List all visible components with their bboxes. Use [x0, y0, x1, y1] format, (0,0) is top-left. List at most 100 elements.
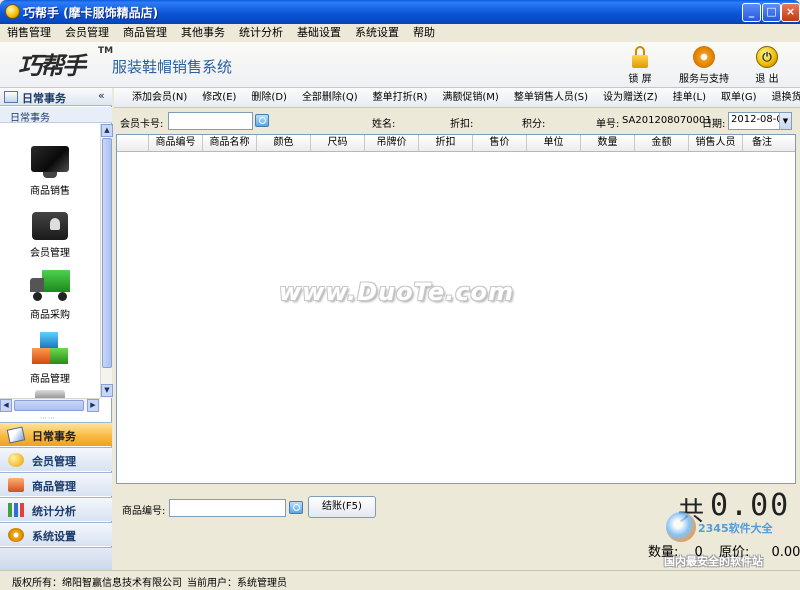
sales-grid[interactable]: 商品编号 商品名称 颜色 尺码 吊牌价 折扣 售价 单位 数量 金额 销售人员 …: [116, 134, 796, 484]
exit-button[interactable]: ⏻ 退 出: [753, 46, 781, 85]
threshold-promo-button[interactable]: 满额促销(M): [438, 88, 502, 107]
member-info-row: 会员卡号: 姓名: 折扣: 积分: 单号: SA201208070001 日期:…: [114, 109, 800, 133]
shortcut-product-sales[interactable]: 商品销售: [0, 146, 100, 197]
column-header[interactable]: 颜色: [257, 135, 311, 151]
column-header[interactable]: 单位: [527, 135, 581, 151]
sidebar-subheader: 日常事务: [0, 107, 112, 124]
lock-screen-label: 锁 屏: [628, 74, 652, 85]
copyright-text: 版权所有：绵阳智赢信息技术有限公司: [12, 578, 182, 589]
truck-icon: [30, 270, 70, 302]
original-price-value: 0.00: [771, 545, 800, 560]
member-card-label: 会员卡号:: [120, 119, 164, 130]
menu-members[interactable]: 会员管理: [58, 24, 116, 42]
nav-label: 商品管理: [32, 480, 76, 493]
shortcut-product-management[interactable]: 商品管理: [0, 332, 100, 385]
title-bar[interactable]: 巧帮手 (摩卡服饰精品店) _ □ ×: [0, 0, 800, 24]
nav-product-management[interactable]: 商品管理: [0, 472, 112, 496]
menu-help[interactable]: 帮助: [406, 24, 442, 42]
nav-member-management[interactable]: 会员管理: [0, 447, 112, 471]
delete-all-button[interactable]: 全部删除(Q): [298, 88, 362, 107]
column-header[interactable]: 备注: [743, 135, 781, 151]
row-indicator-header: [117, 135, 149, 151]
document-icon: [35, 390, 65, 398]
scroll-right-arrow-icon[interactable]: ▶: [87, 399, 99, 412]
column-header[interactable]: 售价: [473, 135, 527, 151]
product-code-input[interactable]: [169, 499, 286, 517]
menu-bar: 销售管理 会员管理 商品管理 其他事务 统计分析 基础设置 系统设置 帮助: [0, 24, 800, 42]
set-gift-button[interactable]: 设为赠送(Z): [599, 88, 662, 107]
nav-daily-affairs[interactable]: 日常事务: [0, 422, 112, 446]
quantity-price-line: 数量: 0 原价: 0.00: [648, 541, 800, 560]
menu-other[interactable]: 其他事务: [174, 24, 232, 42]
add-member-button[interactable]: 添加会员(N): [128, 88, 191, 107]
column-header[interactable]: 商品编号: [149, 135, 203, 151]
scroll-thumb[interactable]: [102, 138, 112, 368]
column-header[interactable]: 销售人员: [689, 135, 743, 151]
delete-button[interactable]: 删除(D): [247, 88, 291, 107]
shortcut-member-management[interactable]: 会员管理: [0, 212, 100, 259]
shortcut-product-purchase[interactable]: 商品采购: [0, 270, 100, 321]
nav-system-settings[interactable]: 系统设置: [0, 522, 112, 546]
checkout-button[interactable]: 结账(F5): [308, 496, 376, 518]
order-salesperson-button[interactable]: 整单销售人员(S): [510, 88, 592, 107]
column-header[interactable]: 尺码: [311, 135, 365, 151]
column-header[interactable]: 吊牌价: [365, 135, 419, 151]
menu-system-settings[interactable]: 系统设置: [348, 24, 406, 42]
chevron-down-icon[interactable]: ▼: [779, 113, 791, 129]
sidebar-header-title: 日常事务: [22, 92, 66, 105]
nav-label: 统计分析: [32, 505, 76, 518]
main-panel: 添加会员(N) 修改(E) 删除(D) 全部删除(Q) 整单打折(R) 满额促销…: [114, 88, 800, 570]
member-icon: [8, 453, 24, 467]
window-title: 巧帮手 (摩卡服饰精品店): [23, 6, 159, 20]
menu-statistics[interactable]: 统计分析: [232, 24, 290, 42]
grid-body[interactable]: www.DuoTe.com: [117, 152, 795, 483]
hold-order-button[interactable]: 挂单(L): [669, 88, 710, 107]
service-support-button[interactable]: 服务与支持: [676, 46, 732, 85]
service-support-label: 服务与支持: [679, 74, 729, 85]
sidebar-header: 日常事务 «: [0, 88, 112, 106]
sidebar: 日常事务 « 日常事务 商品销售 会员管理 商品采购 商品管理 ▲ ▼ ◀ ▶: [0, 88, 113, 570]
column-header[interactable]: 金额: [635, 135, 689, 151]
search-icon[interactable]: [255, 114, 269, 127]
scroll-left-arrow-icon[interactable]: ◀: [0, 399, 12, 412]
splitter-grip[interactable]: ⋯⋯: [40, 414, 56, 422]
date-picker[interactable]: 2012-08-07 ▼: [728, 112, 792, 130]
bar-chart-icon: [8, 503, 24, 517]
notepad-icon: [6, 426, 26, 444]
site-badge: 2345软件大全 国内最安全的软件站: [654, 508, 800, 570]
return-exchange-button[interactable]: 退换货(T): [768, 88, 800, 107]
order-discount-button[interactable]: 整单打折(R): [369, 88, 432, 107]
sidebar-horizontal-scrollbar[interactable]: ◀ ▶: [0, 398, 100, 412]
search-icon[interactable]: [289, 501, 303, 514]
sidebar-vertical-scrollbar[interactable]: ▲ ▼: [100, 124, 113, 398]
logo-trademark: TM: [98, 46, 114, 56]
column-header[interactable]: 商品名称: [203, 135, 257, 151]
box-icon: [8, 478, 24, 492]
shortcut-label: 会员管理: [30, 248, 70, 259]
collapse-sidebar-button[interactable]: «: [98, 89, 105, 102]
column-header[interactable]: 数量: [581, 135, 635, 151]
scroll-thumb[interactable]: [14, 400, 84, 411]
maximize-button[interactable]: □: [762, 3, 781, 22]
shortcut-partial[interactable]: [0, 390, 100, 398]
cubes-icon: [32, 332, 68, 366]
menu-basic-settings[interactable]: 基础设置: [290, 24, 348, 42]
menu-products[interactable]: 商品管理: [116, 24, 174, 42]
retrieve-order-button[interactable]: 取单(G): [717, 88, 761, 107]
member-card-input[interactable]: [168, 112, 253, 130]
banner: 巧帮手 TM 服装鞋帽销售系统 锁 屏 服务与支持 ⏻ 退 出: [0, 42, 800, 88]
notepad-icon: [4, 91, 18, 103]
app-logo: 巧帮手: [18, 51, 86, 80]
checkout-area: 商品编号: 结账(F5) 共 0.00 2345软件大全 国内最安全的软件站 数…: [114, 486, 800, 570]
nav-statistics[interactable]: 统计分析: [0, 497, 112, 521]
scroll-up-arrow-icon[interactable]: ▲: [101, 124, 113, 137]
menu-sales[interactable]: 销售管理: [0, 24, 58, 42]
power-icon: ⏻: [756, 46, 778, 68]
lock-screen-button[interactable]: 锁 屏: [626, 46, 654, 85]
edit-button[interactable]: 修改(E): [198, 88, 240, 107]
system-name: 服装鞋帽销售系统: [112, 58, 233, 76]
column-header[interactable]: 折扣: [419, 135, 473, 151]
close-button[interactable]: ×: [781, 3, 800, 22]
scroll-down-arrow-icon[interactable]: ▼: [101, 384, 113, 397]
minimize-button[interactable]: _: [742, 3, 761, 22]
